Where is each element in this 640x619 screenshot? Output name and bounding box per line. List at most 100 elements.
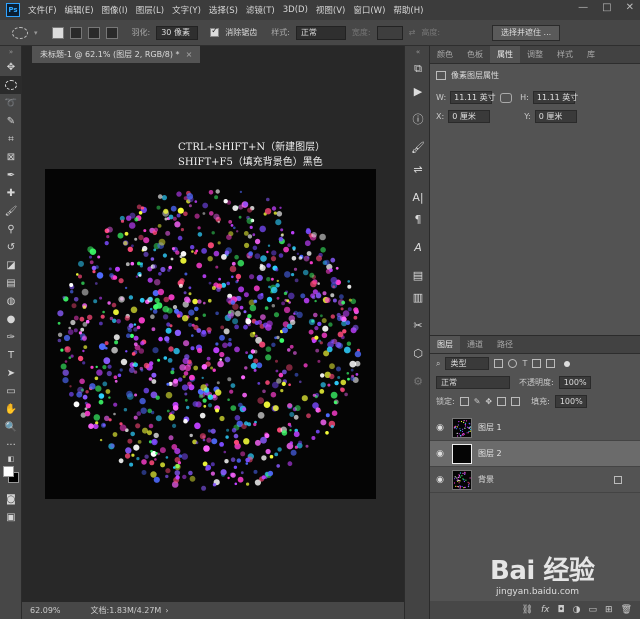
tool-presets-panel-icon[interactable]: ✂ [405,314,431,336]
menu-3d[interactable]: 3D(D) [283,5,308,15]
menu-image[interactable]: 图像(I) [102,4,128,16]
collapse-panels-icon[interactable]: « [405,46,431,58]
filter-toggle-icon[interactable] [564,360,571,367]
lock-all-icon[interactable] [511,397,521,406]
menu-layer[interactable]: 图层(L) [136,4,164,16]
menu-help[interactable]: 帮助(H) [393,4,423,16]
image-canvas[interactable] [45,169,376,499]
tab-paths[interactable]: 路径 [490,336,520,353]
visibility-eye-icon[interactable]: ◉ [430,475,450,485]
width-input[interactable] [376,25,403,40]
width-field[interactable]: 11.11 英寸 [450,91,496,104]
rectangle-tool-icon[interactable]: ▭ [0,382,22,400]
new-layer-icon[interactable]: ⊞ [605,605,613,615]
lock-image-icon[interactable]: ✎ [474,397,481,406]
timeline-panel-icon[interactable]: ⚙ [405,370,431,392]
brush-settings-panel-icon[interactable]: ⇌ [405,158,431,180]
gradient-tool-icon[interactable]: ▤ [0,274,22,292]
tab-adjustments[interactable]: 调整 [520,46,550,63]
menu-window[interactable]: 窗口(W) [353,4,385,16]
3d-panel-icon[interactable]: ⬡ [405,342,431,364]
x-field[interactable]: 0 厘米 [448,110,491,123]
blur-tool-icon[interactable]: ◍ [0,292,22,310]
filter-smart-object-icon[interactable] [546,359,556,368]
subtract-selection-icon[interactable] [87,26,100,39]
fx-icon[interactable]: fx [541,605,550,615]
delete-layer-icon[interactable]: 🗑 [621,605,632,615]
style-select[interactable]: 正常 [295,25,346,40]
move-tool-icon[interactable]: ✥ [0,58,22,76]
tab-properties[interactable]: 属性 [490,46,520,63]
height-field[interactable]: 11.11 英寸 [532,91,578,104]
link-dimensions-icon[interactable] [500,92,513,103]
y-field[interactable]: 0 厘米 [534,110,577,123]
frame-tool-icon[interactable]: ⊠ [0,148,22,166]
dodge-tool-icon[interactable]: ● [0,310,22,328]
blend-mode-select[interactable]: 正常 [436,376,510,389]
filter-pixel-icon[interactable] [494,359,504,368]
notes-panel-icon[interactable]: ▤ [405,264,431,286]
info-panel-icon[interactable]: ⓘ [405,108,431,130]
link-layers-icon[interactable]: ⛓ [522,605,533,615]
character-panel-icon[interactable]: A| [405,186,431,208]
visibility-eye-icon[interactable]: ◉ [430,449,450,459]
canvas-workspace[interactable]: CTRL+SHIFT+N（新建图层） SHIFT+F5（填充背景色）黑色 [22,63,404,602]
opacity-field[interactable]: 100% [558,376,591,389]
zoom-level[interactable]: 62.09% [30,606,61,615]
swap-icon[interactable]: ⇄ [409,28,416,37]
close-document-icon[interactable]: × [186,50,193,59]
tab-color[interactable]: 颜色 [430,46,460,63]
brushes-panel-icon[interactable]: 🖌 [405,136,431,158]
menu-view[interactable]: 视图(V) [316,4,345,16]
hand-tool-icon[interactable]: ✋ [0,400,22,418]
tab-styles[interactable]: 样式 [550,46,580,63]
intersect-selection-icon[interactable] [105,26,118,39]
crop-tool-icon[interactable]: ⌗ [0,130,22,148]
new-group-icon[interactable]: ▭ [589,605,598,615]
layer-row-background[interactable]: ◉ 背景 [430,467,640,493]
close-window-button[interactable]: ✕ [626,2,634,13]
healing-brush-tool-icon[interactable]: ✚ [0,184,22,202]
eraser-tool-icon[interactable]: ◪ [0,256,22,274]
filter-type-select[interactable]: 类型 [445,357,490,370]
add-selection-icon[interactable] [69,26,82,39]
path-selection-tool-icon[interactable]: ➤ [0,364,22,382]
tab-layers[interactable]: 图层 [430,336,460,353]
filter-type-icon[interactable]: T [522,359,527,368]
menu-filter[interactable]: 滤镜(T) [246,4,275,16]
color-swatches[interactable] [0,464,22,490]
default-colors-icon[interactable]: ◧ [0,454,22,464]
lock-artboard-icon[interactable] [497,397,507,406]
document-tab[interactable]: 未标题-1 @ 62.1% (图层 2, RGB/8) * × [32,46,201,63]
fill-field[interactable]: 100% [554,395,587,408]
brush-tool-icon[interactable]: 🖌 [0,202,22,220]
filter-shape-icon[interactable] [532,359,542,368]
layer-row-2[interactable]: ◉ 图层 2 [430,441,640,467]
new-selection-icon[interactable] [51,26,64,39]
status-arrow-icon[interactable]: › [165,606,168,615]
collapse-toolbar-icon[interactable]: » [0,46,22,58]
add-mask-icon[interactable]: ◘ [558,605,565,615]
pen-tool-icon[interactable]: ✑ [0,328,22,346]
foreground-color-swatch[interactable] [3,466,14,477]
filter-adjustment-icon[interactable] [508,359,518,368]
tab-swatches[interactable]: 色板 [460,46,490,63]
actions-panel-icon[interactable]: ▶ [405,80,431,102]
layer-name[interactable]: 图层 1 [478,422,640,433]
menu-file[interactable]: 文件(F) [28,4,57,16]
lock-transparent-icon[interactable] [459,397,469,406]
feather-input[interactable]: 30 像素 [156,25,199,40]
glyphs-panel-icon[interactable]: A [405,236,431,258]
clone-stamp-tool-icon[interactable]: ⚲ [0,220,22,238]
edit-toolbar-icon[interactable]: ··· [0,436,22,454]
adjustment-layer-icon[interactable]: ◑ [573,605,581,615]
quick-mask-icon[interactable]: ◙ [0,490,22,508]
layer-name[interactable]: 图层 2 [478,448,640,459]
preset-dropdown-chevron-icon[interactable]: ▾ [34,29,38,37]
type-tool-icon[interactable]: T [0,346,22,364]
eyedropper-tool-icon[interactable]: ✒ [0,166,22,184]
menu-edit[interactable]: 编辑(E) [65,4,94,16]
tab-libraries[interactable]: 库 [580,46,602,63]
lasso-tool-icon[interactable]: ➰ [0,94,22,112]
select-and-mask-button[interactable]: 选择并遮住 ... [492,25,561,41]
